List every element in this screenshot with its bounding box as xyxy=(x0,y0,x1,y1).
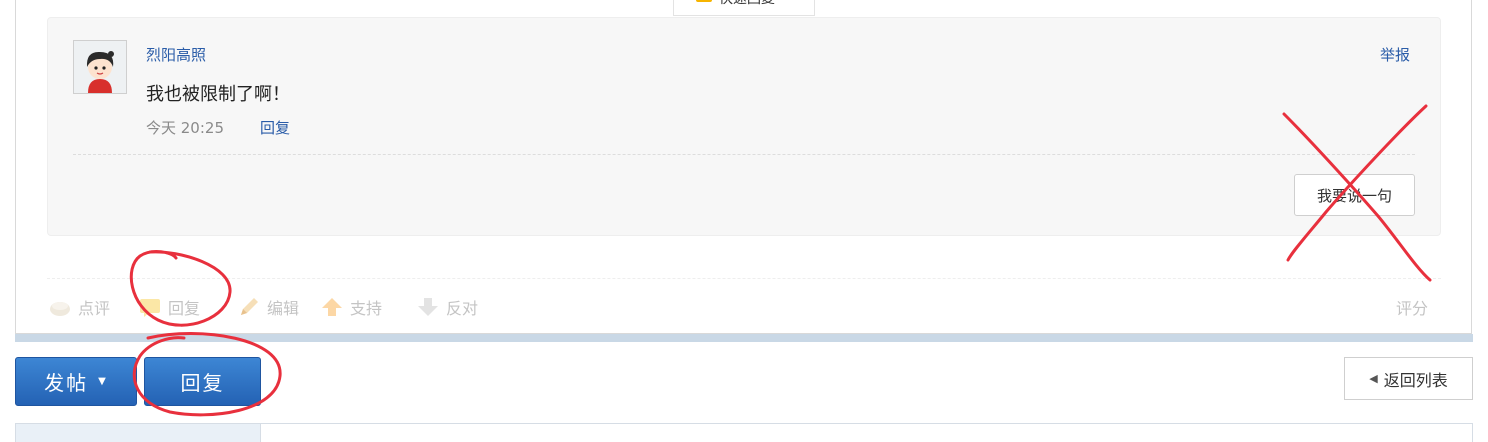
reply-button[interactable]: 回复 xyxy=(144,357,261,406)
new-post-button[interactable]: 发帖 ▼ xyxy=(15,357,137,406)
say-something-button[interactable]: 我要说一句 xyxy=(1294,174,1415,216)
pencil-icon xyxy=(237,295,261,319)
comment-time: 今天 20:25 xyxy=(146,119,224,137)
action-rate[interactable]: 评分 xyxy=(1396,295,1428,319)
comment-text: 我也被限制了啊！ xyxy=(146,84,290,105)
action-edit-label: 编辑 xyxy=(267,299,300,318)
back-to-list-label: 返回列表 xyxy=(1383,370,1448,390)
action-reply[interactable]: 回复 xyxy=(138,295,200,319)
reply-icon xyxy=(696,0,712,2)
comment-username[interactable]: 烈阳高照 xyxy=(146,44,206,65)
action-support[interactable]: 支持 xyxy=(320,295,382,319)
quick-reply-tab[interactable]: 快速回复 xyxy=(673,0,815,16)
report-link[interactable]: 举报 xyxy=(1380,44,1410,65)
reply-button-label: 回复 xyxy=(180,371,225,395)
back-to-list-button[interactable]: ◀ 返回列表 xyxy=(1344,357,1473,400)
comment-reply-link[interactable]: 回复 xyxy=(260,117,290,138)
action-support-label: 支持 xyxy=(350,299,383,318)
down-arrow-icon xyxy=(416,295,440,319)
action-reply-label: 回复 xyxy=(168,299,201,318)
triangle-left-icon: ◀ xyxy=(1369,372,1378,385)
post-bottom-bar xyxy=(15,334,1473,342)
new-post-label: 发帖 xyxy=(44,371,89,395)
action-rate-label: 评分 xyxy=(1396,299,1429,318)
comment-box xyxy=(47,17,1441,236)
comment-divider xyxy=(73,154,1415,155)
action-divider xyxy=(47,278,1441,279)
action-comment[interactable]: 点评 xyxy=(48,295,110,319)
action-oppose[interactable]: 反对 xyxy=(416,295,478,319)
action-edit[interactable]: 编辑 xyxy=(237,295,299,319)
avatar-image xyxy=(74,41,126,93)
caret-down-icon: ▼ xyxy=(98,376,108,387)
quick-reply-tab-label: 快速回复 xyxy=(719,0,775,8)
thumb-up-arrow-icon xyxy=(320,295,344,319)
avatar[interactable] xyxy=(73,40,127,94)
action-comment-label: 点评 xyxy=(78,299,111,318)
quick-reply-editor-cell xyxy=(261,423,1473,442)
quick-reply-avatar-cell xyxy=(15,423,261,442)
reply-bubble-icon xyxy=(138,295,162,319)
action-oppose-label: 反对 xyxy=(446,299,479,318)
comment-cup-icon xyxy=(48,295,72,319)
